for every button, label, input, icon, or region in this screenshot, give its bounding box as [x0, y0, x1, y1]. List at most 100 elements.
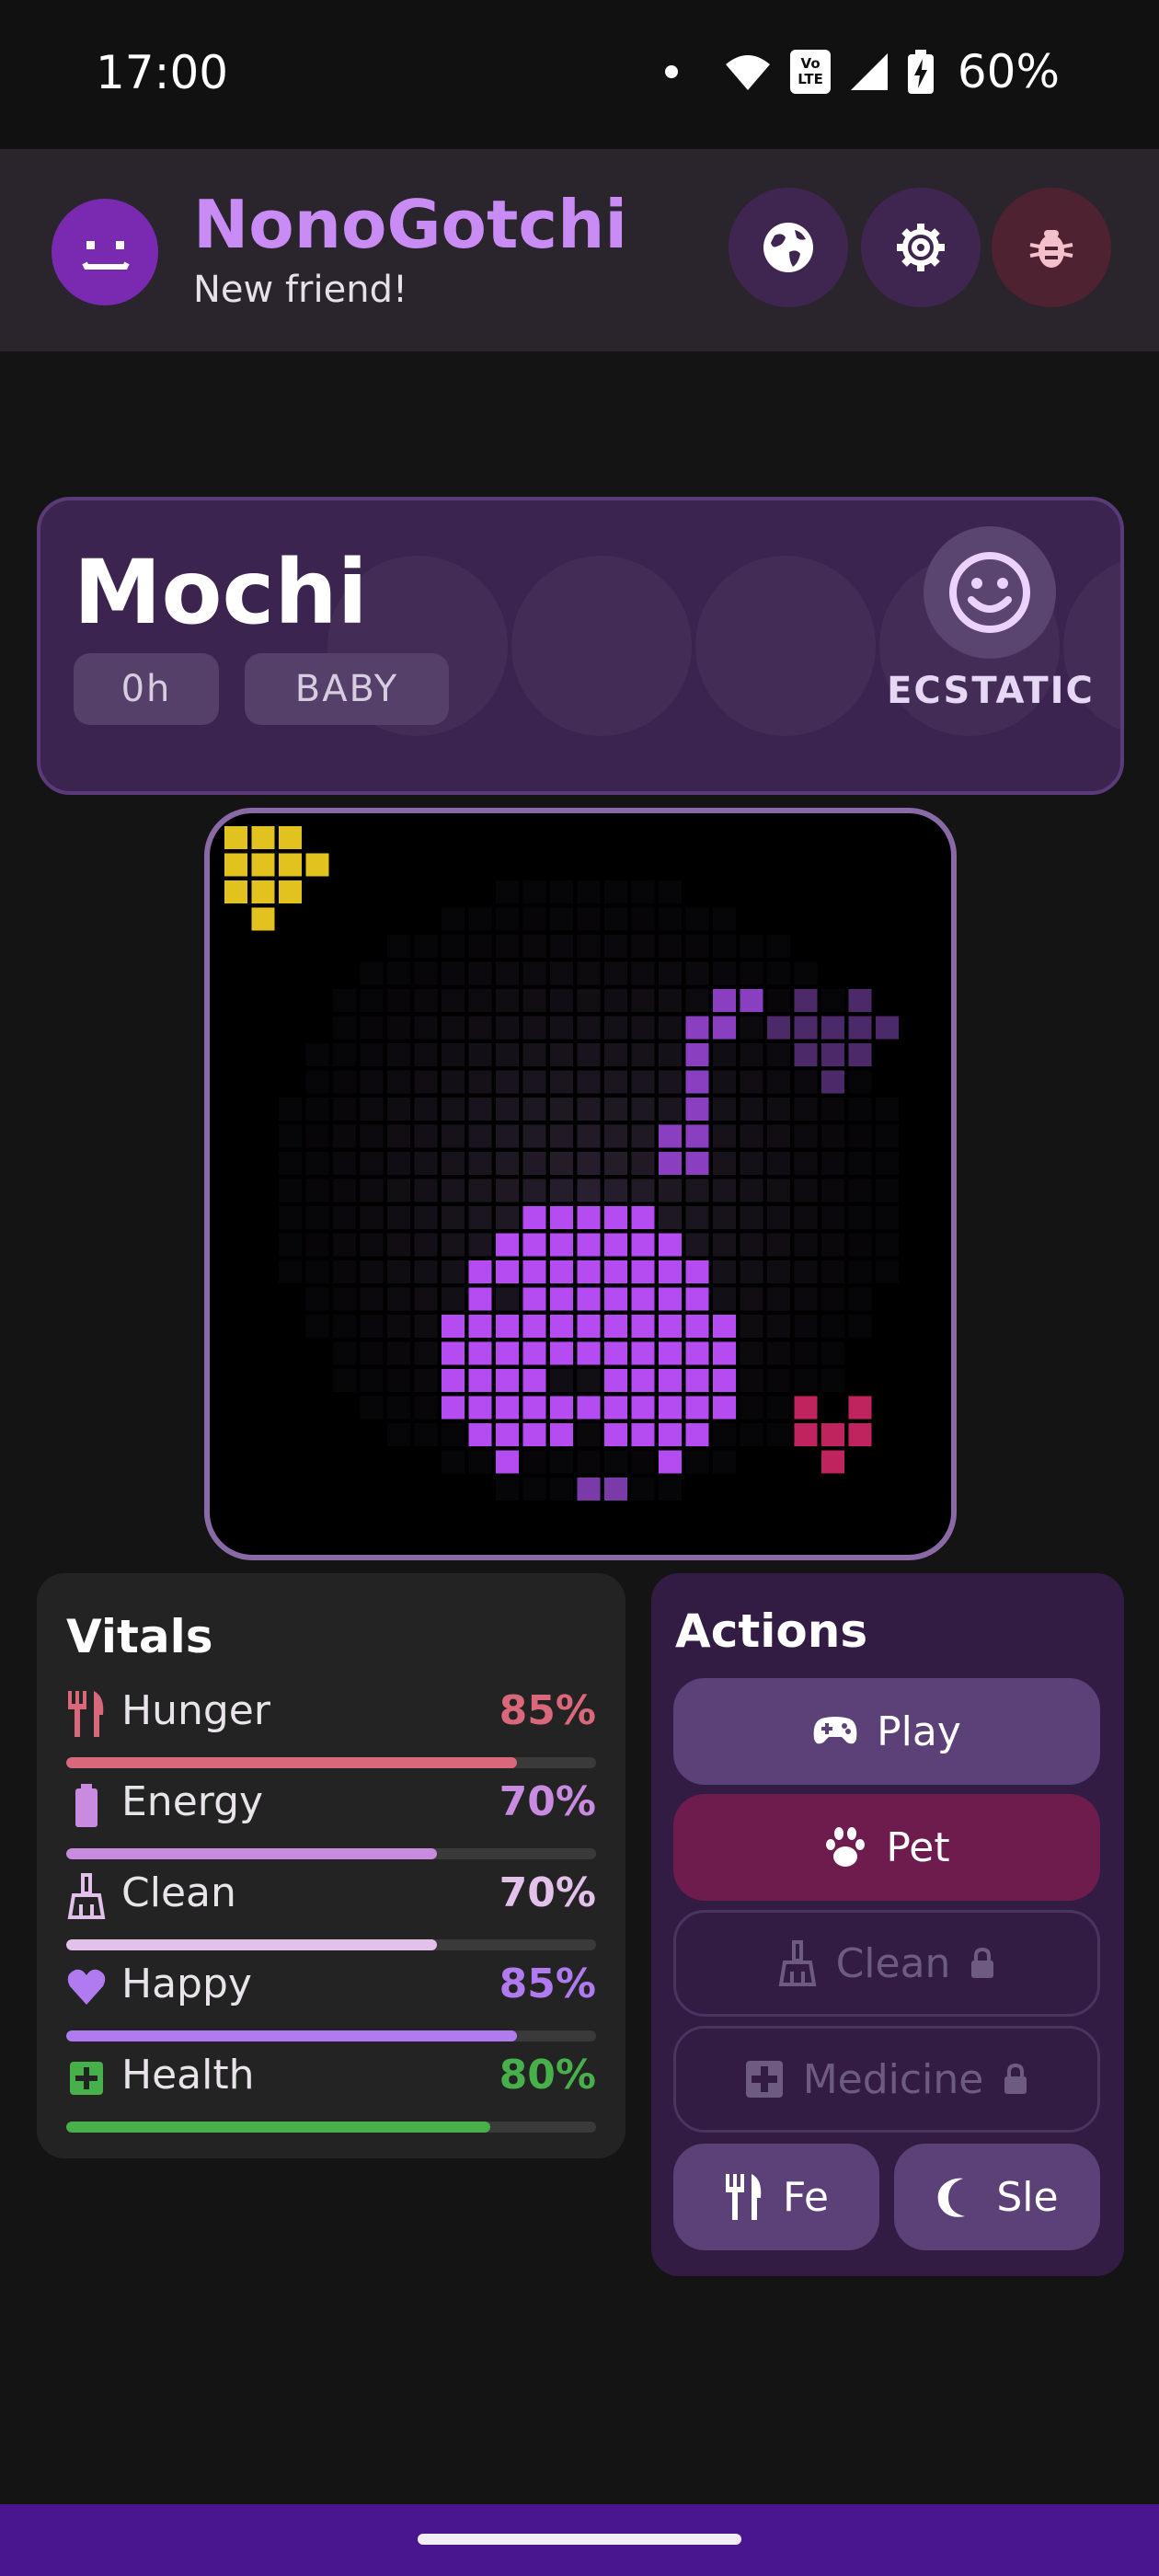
grid-cell	[442, 1016, 465, 1040]
vitals-title: Vitals	[66, 1610, 213, 1663]
grid-cell	[522, 1124, 546, 1148]
pet-display-screen[interactable]	[204, 808, 957, 1560]
grid-cell	[876, 1233, 899, 1257]
grid-cell	[522, 1070, 546, 1094]
pet-pixel	[659, 1450, 682, 1474]
grid-cell	[713, 1287, 736, 1311]
pet-foot-pixel	[577, 1478, 601, 1501]
vital-health: Health 80%	[66, 2052, 596, 2133]
thought-pixel	[794, 989, 818, 1012]
grid-cell	[767, 1098, 790, 1121]
grid-cell	[360, 1043, 384, 1066]
grid-cell	[522, 1098, 546, 1121]
medicine-button[interactable]: Medicine	[673, 2026, 1100, 2133]
pet-tail-pixel	[659, 1152, 682, 1175]
grid-cell	[659, 935, 682, 958]
grid-cell	[496, 880, 519, 903]
status-time: 17:00	[96, 46, 229, 99]
grid-cell	[794, 1124, 818, 1148]
vital-hunger: Hunger 85%	[66, 1687, 596, 1768]
pet-pixel	[659, 1423, 682, 1446]
pet-pixel	[631, 1233, 655, 1257]
pet-pixel	[604, 1315, 627, 1338]
grid-cell	[442, 1206, 465, 1229]
pet-pixel	[468, 1341, 492, 1365]
feed-button[interactable]: Fe	[673, 2144, 879, 2250]
pet-tail-pixel	[740, 989, 763, 1012]
grid-cell	[468, 1124, 492, 1148]
grid-cell	[767, 1315, 790, 1338]
grid-cell	[360, 989, 384, 1012]
grid-cell	[333, 1341, 356, 1365]
grid-cell	[713, 1124, 736, 1148]
grid-cell	[821, 1179, 844, 1202]
pet-pixel	[685, 1369, 709, 1392]
pet-pixel	[442, 1341, 465, 1365]
pet-pixel	[631, 1369, 655, 1392]
sleep-button[interactable]: Sle	[894, 2144, 1100, 2250]
play-button[interactable]: Play	[673, 1678, 1100, 1785]
pet-button[interactable]: Pet	[673, 1794, 1100, 1901]
grid-cell	[468, 935, 492, 958]
debug-button[interactable]	[992, 188, 1111, 307]
thought-pixel	[821, 1016, 844, 1040]
heart-pixel	[794, 1396, 818, 1420]
grid-cell	[767, 1070, 790, 1094]
heart-pixel	[794, 1423, 818, 1446]
navigation-bar	[0, 2504, 1159, 2576]
star-pixel	[279, 826, 302, 849]
grid-cell	[387, 1369, 410, 1392]
vital-bar	[66, 1757, 596, 1768]
grid-cell	[333, 1098, 356, 1121]
grid-cell	[550, 1478, 573, 1501]
grid-cell	[740, 1260, 763, 1283]
grid-cell	[468, 989, 492, 1012]
grid-cell	[794, 1369, 818, 1392]
pet-pixel	[577, 1233, 601, 1257]
grid-cell	[767, 1423, 790, 1446]
grid-cell	[659, 961, 682, 985]
grid-cell	[848, 1260, 872, 1283]
settings-button[interactable]	[861, 188, 981, 307]
grid-cell	[794, 1287, 818, 1311]
grid-cell	[305, 1152, 329, 1175]
grid-cell	[414, 1369, 438, 1392]
pet-pixel	[713, 1369, 736, 1392]
grid-cell	[577, 1124, 601, 1148]
grid-cell	[333, 1070, 356, 1094]
grid-cell	[848, 1152, 872, 1175]
clean-button[interactable]: Clean	[673, 1910, 1100, 2017]
grid-cell	[767, 1152, 790, 1175]
grid-cell	[876, 1179, 899, 1202]
pet-pixel	[659, 1260, 682, 1283]
grid-cell	[821, 1315, 844, 1338]
grid-cell	[360, 1098, 384, 1121]
grid-cell	[305, 1206, 329, 1229]
grid-cell	[685, 907, 709, 931]
home-gesture-handle[interactable]	[418, 2534, 741, 2545]
pet-pixel	[522, 1260, 546, 1283]
grid-cell	[604, 961, 627, 985]
grid-cell	[604, 1098, 627, 1121]
heart-icon	[67, 1969, 106, 2005]
pet-pixel	[496, 1369, 519, 1392]
pet-pixel	[713, 1315, 736, 1338]
grid-cell	[713, 1260, 736, 1283]
grid-cell	[496, 1098, 519, 1121]
grid-cell	[821, 1206, 844, 1229]
pet-pixel	[468, 1369, 492, 1392]
grid-cell	[550, 1016, 573, 1040]
pet-pixel	[631, 1423, 655, 1446]
grid-cell	[659, 1070, 682, 1094]
grid-cell	[767, 1341, 790, 1365]
grid-cell	[414, 1423, 438, 1446]
thought-pixel	[876, 1016, 899, 1040]
grid-cell	[713, 1043, 736, 1066]
vital-bar-fill	[66, 1939, 438, 1950]
language-button[interactable]	[729, 188, 848, 307]
grid-cell	[305, 1070, 329, 1094]
grid-cell	[577, 1369, 601, 1392]
grid-cell	[740, 1070, 763, 1094]
pet-pixel	[496, 1396, 519, 1420]
grid-cell	[305, 1179, 329, 1202]
